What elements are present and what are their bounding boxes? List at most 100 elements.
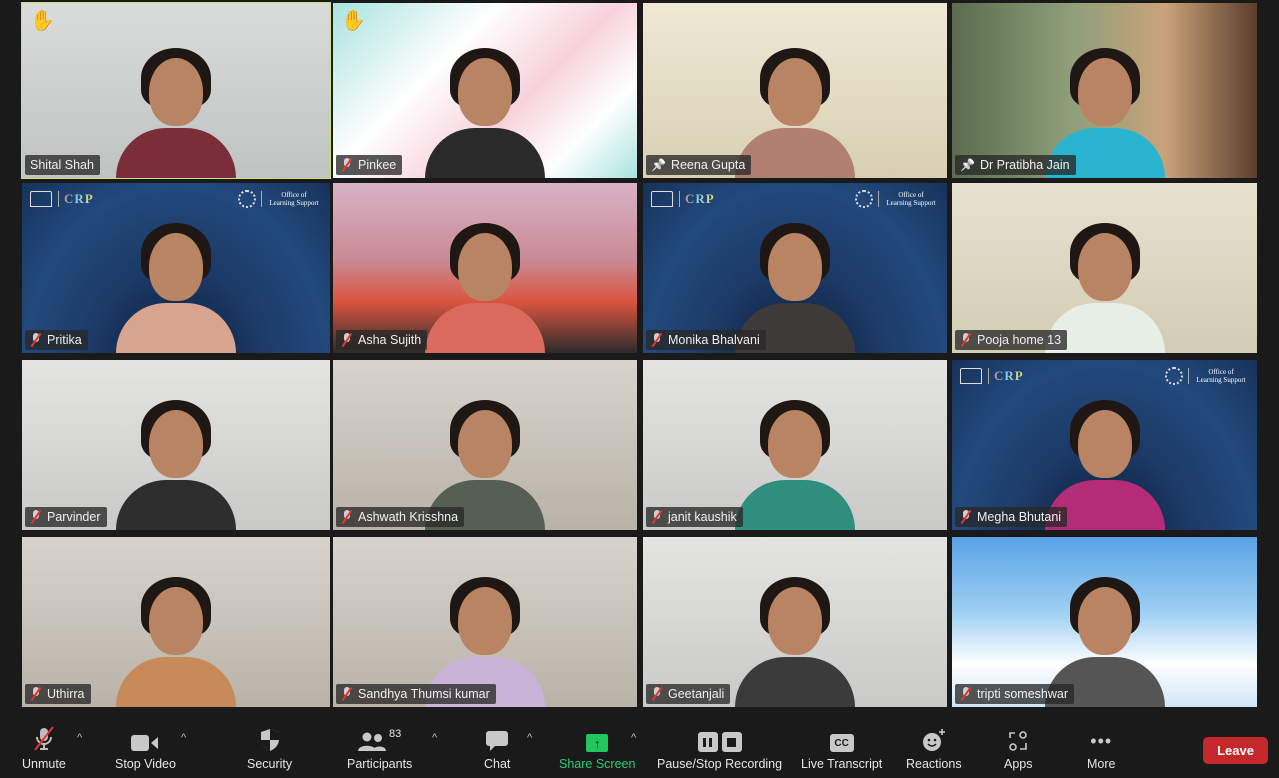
muted-microphone-icon — [341, 158, 353, 172]
pause-icon — [697, 732, 718, 752]
muted-microphone-icon — [651, 333, 663, 347]
participant-video-tile[interactable]: Ashwath Krisshna — [333, 360, 637, 530]
participants-button[interactable]: 83 Participants — [347, 726, 412, 771]
participant-name: Pooja home 13 — [977, 333, 1062, 347]
video-grid: ✋ Shital Shah ✋ Pinkee 📌 Reena Gupta 📌 Dr Prati… — [21, 2, 1258, 708]
participant-name: Monika Bhalvani — [668, 333, 760, 347]
chat-bubble-icon — [485, 726, 509, 752]
share-screen-button[interactable]: ↑ Share Screen — [559, 726, 635, 771]
participant-name-tag: 📌 Reena Gupta — [646, 155, 752, 175]
participant-name: Parvinder — [47, 510, 101, 524]
video-options-caret[interactable]: ^ — [181, 732, 186, 744]
participant-video-figure — [420, 223, 550, 353]
participant-video-figure — [111, 48, 241, 178]
chat-options-caret[interactable]: ^ — [527, 732, 532, 744]
participant-name: Pinkee — [358, 158, 397, 172]
muted-microphone-icon — [651, 687, 663, 701]
participant-video-figure — [111, 400, 241, 530]
muted-microphone-icon — [341, 510, 353, 524]
participant-name-tag: Pooja home 13 — [955, 330, 1068, 350]
university-emblem-icon — [1165, 367, 1183, 385]
muted-microphone-icon — [30, 333, 42, 347]
participant-name-tag: Asha Sujith — [336, 330, 428, 350]
chat-button[interactable]: Chat — [484, 726, 510, 771]
office-line-1: Office of — [281, 191, 307, 199]
unmute-button[interactable]: Unmute — [22, 726, 66, 771]
participant-name-tag: Ashwath Krisshna — [336, 507, 465, 527]
muted-microphone-icon — [960, 333, 972, 347]
participant-name: Megha Bhutani — [977, 510, 1062, 524]
live-transcript-button[interactable]: CC Live Transcript — [801, 726, 882, 771]
participant-name: Dr Pratibha Jain — [979, 158, 1070, 172]
muted-microphone-icon — [30, 687, 42, 701]
crp-brand: CRP — [679, 191, 715, 207]
office-line-2: Learning Support — [886, 199, 936, 207]
crp-logo-icon — [30, 191, 52, 207]
audio-options-caret[interactable]: ^ — [77, 732, 82, 744]
participant-name-tag: janit kaushik — [646, 507, 743, 527]
crp-brand: CRP — [58, 191, 94, 207]
muted-microphone-icon — [341, 687, 353, 701]
participant-video-tile[interactable]: 📌 Dr Pratibha Jain — [952, 3, 1257, 178]
participant-name: tripti someshwar — [977, 687, 1068, 701]
participant-name-tag: Sandhya Thumsi kumar — [336, 684, 496, 704]
virtual-background-branding: CRP Office of Learning Support — [643, 183, 947, 215]
participant-name: Shital Shah — [30, 158, 94, 172]
pin-icon: 📌 — [651, 158, 666, 172]
participant-name-tag: Monika Bhalvani — [646, 330, 766, 350]
participant-video-figure — [730, 400, 860, 530]
video-camera-icon — [131, 726, 159, 752]
participant-name: Ashwath Krisshna — [358, 510, 459, 524]
more-dots-icon: ••• — [1090, 731, 1113, 751]
security-button[interactable]: Security — [247, 726, 292, 771]
participant-video-tile[interactable]: ✋ Pinkee — [333, 3, 637, 178]
participant-name-tag: Geetanjali — [646, 684, 731, 704]
participant-video-tile[interactable]: janit kaushik — [643, 360, 947, 530]
participant-name-tag: Uthirra — [25, 684, 91, 704]
smiley-plus-icon — [922, 726, 946, 752]
participant-video-tile[interactable]: ✋ Shital Shah — [21, 2, 331, 179]
participant-video-figure — [420, 48, 550, 178]
participant-name-tag: Megha Bhutani — [955, 507, 1068, 527]
more-button[interactable]: ••• More — [1087, 726, 1115, 771]
pin-icon: 📌 — [960, 158, 975, 172]
muted-microphone-icon — [651, 510, 663, 524]
crp-logo-icon — [651, 191, 673, 207]
participant-video-tile[interactable]: CRP Office of Learning Support Megha Bhutan… — [952, 360, 1257, 530]
apps-button[interactable]: Apps — [1004, 726, 1033, 771]
participants-options-caret[interactable]: ^ — [432, 732, 437, 744]
participant-video-tile[interactable]: CRP Office of Learning Support Monika Bhalv… — [643, 183, 947, 353]
participant-video-tile[interactable]: Sandhya Thumsi kumar — [333, 537, 637, 707]
reactions-button[interactable]: Reactions — [906, 726, 962, 771]
participants-count: 83 — [389, 728, 402, 740]
office-line-2: Learning Support — [269, 199, 319, 207]
share-arrow-icon: ↑ — [586, 734, 609, 752]
participant-video-tile[interactable]: tripti someshwar — [952, 537, 1257, 707]
participant-video-tile[interactable]: Parvinder — [22, 360, 330, 530]
office-line-1: Office of — [898, 191, 924, 199]
participant-name-tag: 📌 Dr Pratibha Jain — [955, 155, 1076, 175]
participant-name: Geetanjali — [668, 687, 725, 701]
meeting-toolbar: Unmute ^ Stop Video ^ Security 83 Partic… — [0, 712, 1279, 778]
crp-brand: CRP — [988, 368, 1024, 384]
closed-captions-icon: CC — [829, 734, 854, 752]
participant-video-tile[interactable]: Geetanjali — [643, 537, 947, 707]
participant-name: Pritika — [47, 333, 82, 347]
apps-icon — [1008, 726, 1028, 752]
participant-video-tile[interactable]: Uthirra — [22, 537, 330, 707]
stop-video-button[interactable]: Stop Video — [115, 726, 176, 771]
muted-microphone-icon — [30, 510, 42, 524]
university-emblem-icon — [855, 190, 873, 208]
share-options-caret[interactable]: ^ — [631, 732, 636, 744]
participant-name: Reena Gupta — [670, 158, 746, 172]
participant-video-tile[interactable]: 📌 Reena Gupta — [643, 3, 947, 178]
participant-video-tile[interactable]: CRP Office of Learning Support Pritika — [22, 183, 330, 353]
leave-button[interactable]: Leave — [1203, 737, 1268, 764]
office-line-1: Office of — [1208, 368, 1234, 376]
muted-microphone-icon — [960, 687, 972, 701]
pause-stop-recording-button[interactable]: Pause/Stop Recording — [657, 726, 782, 771]
muted-microphone-icon — [341, 333, 353, 347]
participant-video-tile[interactable]: Asha Sujith — [333, 183, 637, 353]
participant-name-tag: Pinkee — [336, 155, 403, 175]
participant-video-tile[interactable]: Pooja home 13 — [952, 183, 1257, 353]
